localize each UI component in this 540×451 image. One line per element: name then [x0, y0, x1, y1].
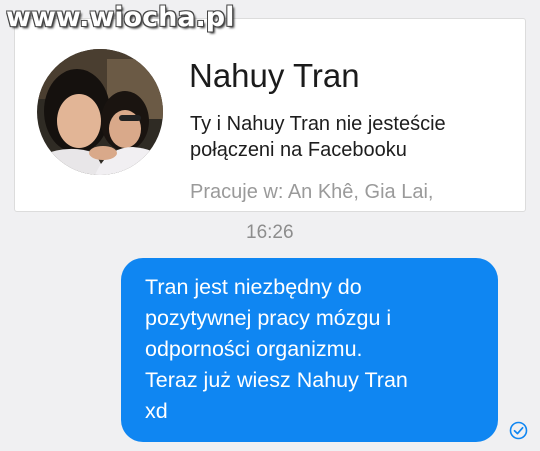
check-circle-icon	[509, 421, 528, 440]
avatar-photo-icon	[37, 49, 163, 175]
connection-line-2: połączeni na Facebooku	[190, 139, 407, 161]
message-timestamp: 16:26	[246, 222, 294, 243]
message-line: xd	[145, 399, 168, 423]
work-info: Pracuje w: An Khê, Gia Lai,	[190, 181, 434, 203]
messenger-conversation: www.wiocha.pl Nahuy Tran Ty i Nahuy Tran…	[0, 0, 540, 451]
watermark: www.wiocha.pl	[6, 2, 235, 33]
connection-status-text: Ty i Nahuy Tran nie jesteście połączeni …	[190, 111, 510, 163]
message-text: Tran jest niezbędny do pozytywnej pracy …	[145, 272, 484, 427]
message-line: odporności organizmu.	[145, 337, 363, 361]
connection-line-1: Ty i Nahuy Tran nie jesteście	[190, 113, 446, 135]
sent-message-bubble[interactable]: Tran jest niezbędny do pozytywnej pracy …	[121, 258, 498, 442]
profile-avatar[interactable]	[37, 49, 163, 175]
profile-name[interactable]: Nahuy Tran	[189, 57, 360, 95]
message-line: Teraz już wiesz Nahuy Tran	[145, 368, 408, 392]
message-line: Tran jest niezbędny do	[145, 275, 362, 299]
message-line: pozytywnej pracy mózgu i	[145, 306, 392, 330]
profile-card[interactable]: Nahuy Tran Ty i Nahuy Tran nie jesteście…	[14, 18, 526, 212]
